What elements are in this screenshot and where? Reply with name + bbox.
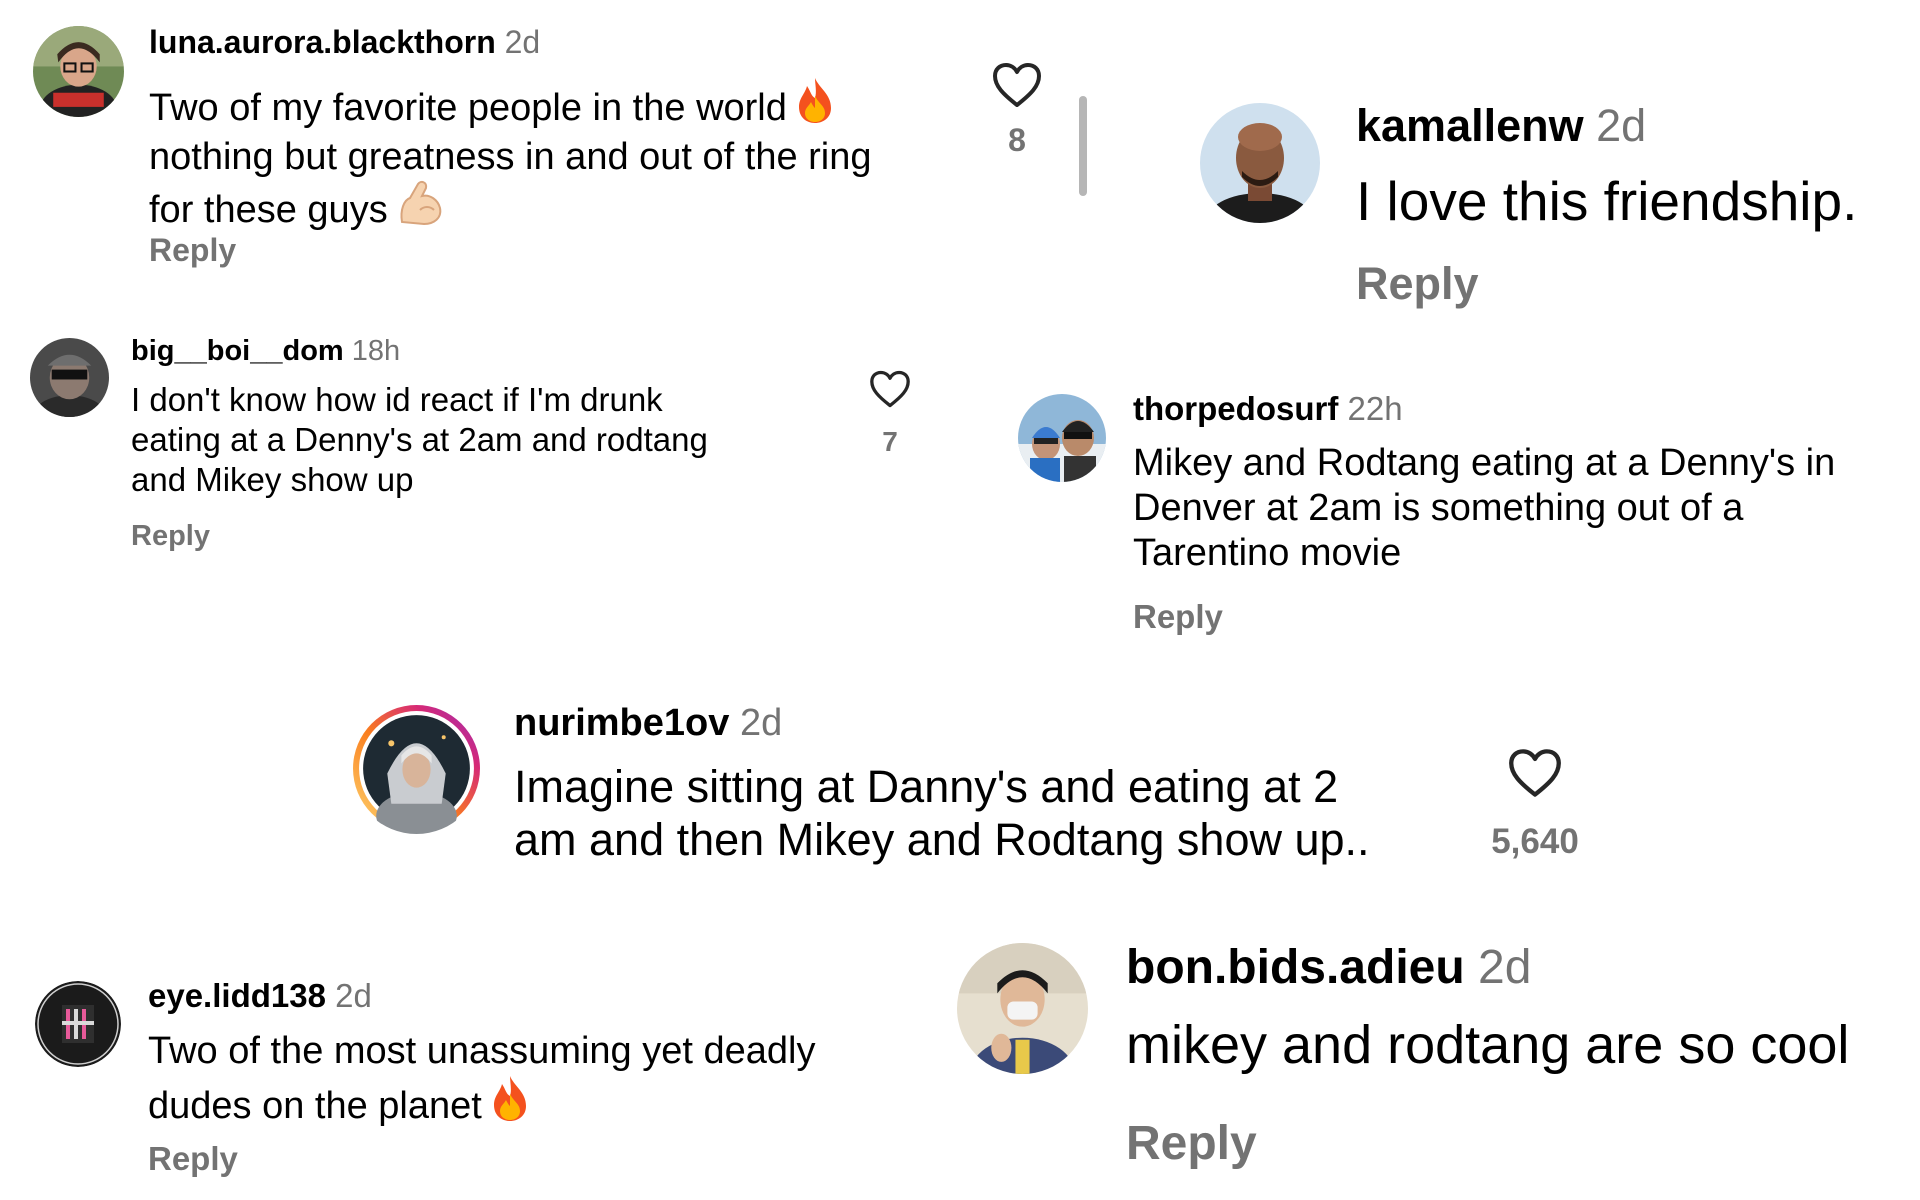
flexed-biceps-emoji	[396, 180, 444, 237]
reply-button[interactable]: Reply	[1356, 258, 1479, 310]
username[interactable]: luna.aurora.blackthorn	[149, 24, 496, 60]
username[interactable]: bon.bids.adieu	[1126, 941, 1465, 994]
like-button[interactable]: 5,640	[1490, 748, 1580, 862]
like-count: 5,640	[1491, 822, 1579, 861]
heart-outline-icon	[870, 370, 910, 408]
comment-text-line: Denver at 2am is something out of a	[1133, 487, 1744, 529]
comment-text-line: am and then Mikey and Rodtang show up..	[514, 814, 1370, 865]
reply-button[interactable]: Reply	[1126, 1116, 1257, 1171]
username[interactable]: eye.lidd138	[148, 977, 326, 1014]
like-button[interactable]: 7	[865, 370, 915, 458]
comment-text-line: Two of the most unassuming yet deadly	[148, 1030, 816, 1072]
comment-text-line: nothing but greatness in and out of the …	[149, 136, 872, 178]
avatar[interactable]	[1018, 394, 1106, 482]
comment-text-line: Two of my favorite people in the world	[149, 76, 872, 135]
fire-emoji	[490, 1074, 530, 1133]
avatar[interactable]	[30, 338, 109, 417]
username[interactable]: big__boi__dom	[131, 335, 344, 367]
avatar[interactable]	[35, 981, 121, 1067]
timestamp: 18h	[351, 335, 401, 367]
comment-text-line: mikey and rodtang are so cool	[1126, 1015, 1850, 1075]
comment-text-line: and Mikey show up	[131, 461, 414, 498]
comments-collage: luna.aurora.blackthorn 2d Two of my favo…	[0, 0, 1920, 1200]
avatar[interactable]	[33, 26, 124, 117]
timestamp: 2d	[1596, 100, 1647, 151]
comment-text-line: I love this friendship.	[1356, 170, 1858, 232]
heart-outline-icon	[993, 63, 1041, 107]
heart-outline-icon	[1509, 749, 1561, 797]
comment-text-line: eating at a Denny's at 2am and rodtang	[131, 421, 708, 458]
avatar[interactable]	[1200, 103, 1320, 223]
comment-text-line: Imagine sitting at Danny's and eating at…	[514, 761, 1339, 812]
timestamp: 2d	[739, 702, 783, 744]
username[interactable]: nurimbe1ov	[514, 702, 729, 744]
like-button[interactable]: 8	[987, 62, 1047, 159]
timestamp: 22h	[1347, 390, 1403, 427]
reply-button[interactable]: Reply	[148, 1140, 238, 1178]
like-count: 8	[1008, 122, 1026, 158]
timestamp: 2d	[1478, 941, 1532, 994]
comment-text-line: for these guys	[149, 180, 872, 237]
fire-emoji	[795, 76, 835, 135]
reply-button[interactable]: Reply	[1133, 598, 1223, 636]
like-count: 7	[882, 426, 898, 457]
timestamp: 2d	[335, 977, 372, 1014]
timestamp: 2d	[504, 24, 541, 60]
username[interactable]: kamallenw	[1356, 100, 1584, 151]
reply-button[interactable]: Reply	[149, 232, 236, 269]
scrollbar[interactable]	[1079, 96, 1087, 196]
comment-text-line: Mikey and Rodtang eating at a Denny's in	[1133, 442, 1836, 484]
avatar[interactable]	[957, 943, 1088, 1074]
comment-text-line: dudes on the planet	[148, 1074, 815, 1133]
avatar-story-ring[interactable]	[351, 703, 482, 834]
comment-text-line: I don't know how id react if I'm drunk	[131, 381, 663, 418]
username[interactable]: thorpedosurf	[1133, 390, 1338, 427]
reply-button[interactable]: Reply	[131, 520, 210, 553]
comment-text-line: Tarentino movie	[1133, 532, 1402, 574]
